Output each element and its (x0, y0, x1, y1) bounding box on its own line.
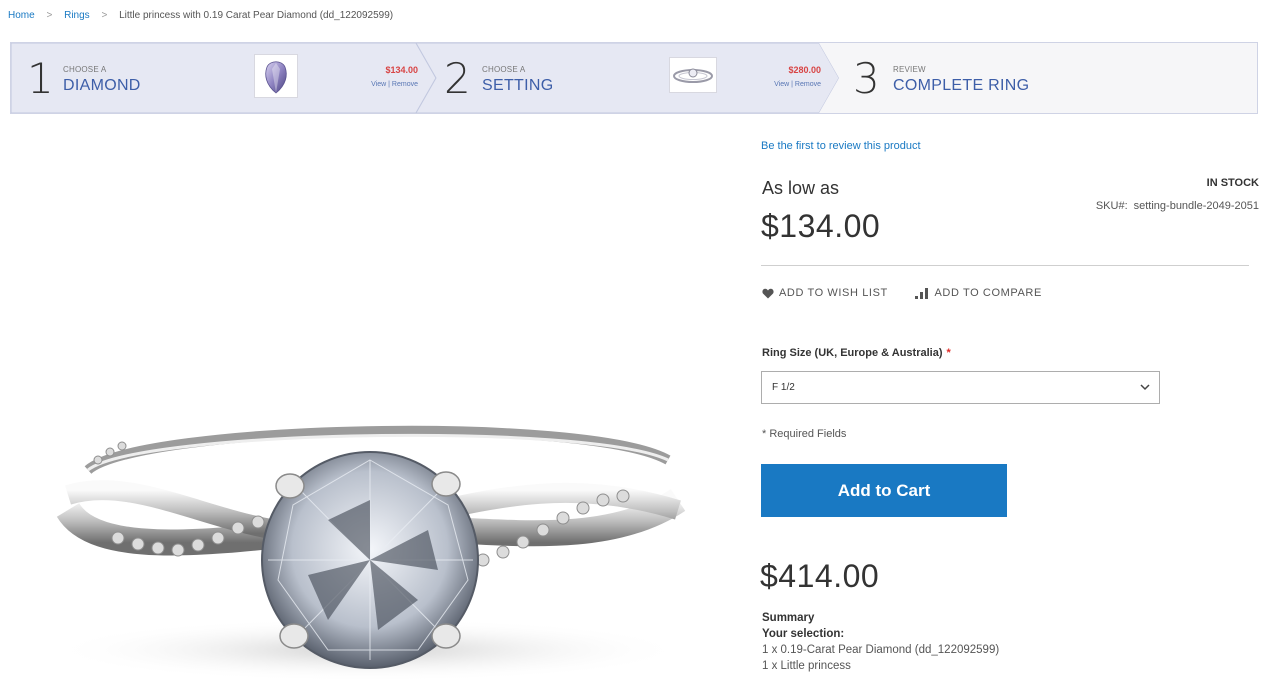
total-price: $414.00 (760, 558, 880, 594)
step-choose-diamond[interactable]: 1 CHOOSE A DIAMOND $134.00 View | Remove (11, 43, 436, 113)
step-price: $280.00 (788, 65, 821, 75)
review-product-link[interactable]: Be the first to review this product (761, 140, 921, 152)
step-links: View | Remove (774, 81, 821, 88)
diamond-thumbnail[interactable] (254, 54, 298, 98)
ring-size-label: Ring Size (UK, Europe & Australia) * (762, 347, 951, 359)
step-title: COMPLETE RING (893, 77, 1030, 94)
sku-line: SKU#: setting-bundle-2049-2051 (1096, 200, 1259, 212)
setting-thumbnail[interactable] (669, 57, 717, 93)
step-title: DIAMOND (63, 77, 141, 94)
ring-image (48, 425, 688, 682)
breadcrumb-rings-link[interactable]: Rings (64, 10, 90, 21)
view-diamond-link[interactable]: View (371, 81, 386, 88)
selection-title: Your selection: (762, 628, 845, 640)
required-fields-note: * Required Fields (762, 428, 847, 440)
ring-size-selected-value: F 1/2 (772, 382, 795, 393)
step-number: 2 (444, 54, 471, 103)
summary-title: Summary (762, 612, 815, 624)
step-small-label: CHOOSE A (482, 65, 526, 74)
stock-status: IN STOCK (1206, 177, 1259, 189)
bar-chart-icon (915, 287, 929, 299)
divider (761, 265, 1249, 266)
remove-diamond-link[interactable]: Remove (392, 81, 418, 88)
ring-size-label-text: Ring Size (UK, Europe & Australia) (762, 347, 943, 359)
wishlist-label: ADD TO WISH LIST (779, 287, 888, 299)
chevron-right-icon: > (101, 10, 108, 21)
heart-icon (762, 288, 774, 298)
add-to-cart-button[interactable]: Add to Cart (761, 464, 1007, 517)
add-to-compare-link[interactable]: ADD TO COMPARE (915, 287, 1041, 299)
remove-setting-link[interactable]: Remove (795, 81, 821, 88)
ring-size-select[interactable]: F 1/2 (761, 371, 1160, 404)
as-low-as-label: As low as (762, 178, 840, 198)
step-small-label: REVIEW (893, 65, 926, 74)
step-number: 3 (853, 54, 880, 103)
selection-item: 1 x 0.19-Carat Pear Diamond (dd_12209259… (762, 644, 1000, 656)
selection-item: 1 x Little princess (762, 660, 851, 672)
view-setting-link[interactable]: View (774, 81, 789, 88)
product-price: $134.00 (761, 208, 881, 244)
step-number: 1 (27, 54, 54, 103)
build-ring-steps: 1 CHOOSE A DIAMOND $134.00 View | Remove (10, 42, 1258, 114)
step-review-complete-ring[interactable]: 3 REVIEW COMPLETE RING (839, 43, 1257, 113)
breadcrumb-home-link[interactable]: Home (8, 10, 35, 21)
step-links: View | Remove (371, 81, 418, 88)
pear-diamond-icon (265, 61, 287, 94)
step-small-label: CHOOSE A (63, 65, 107, 74)
add-to-wishlist-link[interactable]: ADD TO WISH LIST (762, 287, 888, 299)
product-image[interactable] (28, 400, 718, 686)
sku-value: setting-bundle-2049-2051 (1133, 200, 1259, 212)
breadcrumb-current: Little princess with 0.19 Carat Pear Dia… (119, 10, 394, 21)
product-actions: ADD TO WISH LIST ADD TO COMPARE (762, 287, 1066, 302)
compare-label: ADD TO COMPARE (934, 287, 1042, 299)
required-asterisk: * (946, 347, 951, 359)
ring-setting-icon (673, 68, 713, 83)
chevron-down-icon (1140, 384, 1150, 391)
step-title: SETTING (482, 77, 554, 94)
sku-label: SKU#: (1095, 200, 1128, 212)
step-choose-setting[interactable]: 2 CHOOSE A SETTING $280.00 View | Remove (436, 43, 839, 113)
selection-summary: Summary Your selection: 1 x 0.19-Carat P… (762, 610, 999, 674)
breadcrumb: Home > Rings > Little princess with 0.19… (8, 10, 393, 21)
step-price: $134.00 (385, 65, 418, 75)
chevron-right-icon: > (46, 10, 53, 21)
